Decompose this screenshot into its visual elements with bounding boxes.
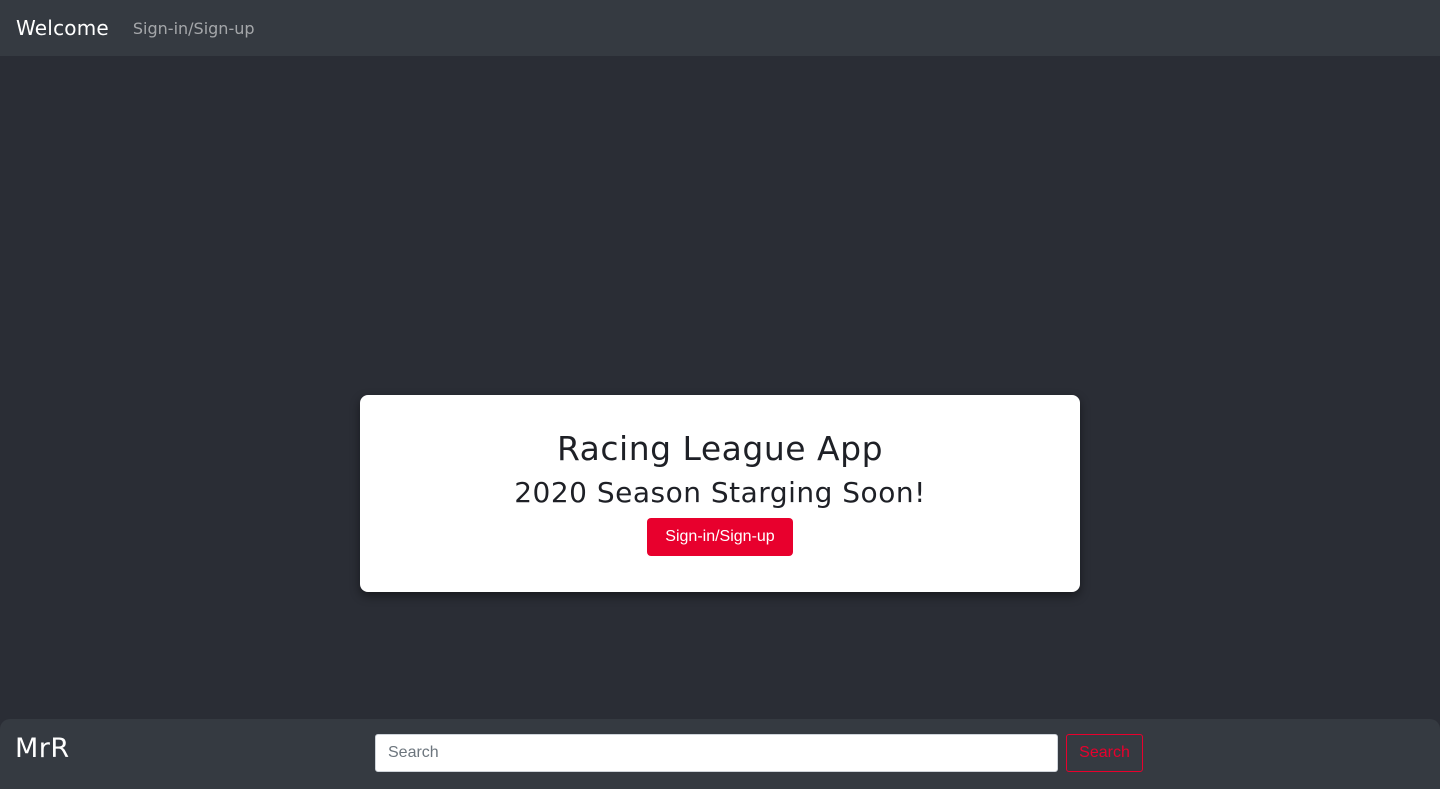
main-content: Racing League App 2020 Season Starging S… [0, 56, 1440, 719]
search-button[interactable]: Search [1066, 734, 1143, 772]
footer-logo: MrR [15, 733, 70, 764]
sign-in-button[interactable]: Sign-in/Sign-up [647, 518, 793, 556]
search-input[interactable] [375, 734, 1058, 772]
top-navbar: Welcome Sign-in/Sign-up [0, 0, 1440, 56]
navbar-brand[interactable]: Welcome [16, 16, 109, 40]
footer-bar: MrR Search [0, 719, 1440, 789]
hero-subtitle: 2020 Season Starging Soon! [514, 476, 926, 509]
nav-link-sign-in[interactable]: Sign-in/Sign-up [133, 19, 255, 38]
hero-title: Racing League App [556, 429, 884, 468]
hero-card: Racing League App 2020 Season Starging S… [360, 395, 1080, 592]
